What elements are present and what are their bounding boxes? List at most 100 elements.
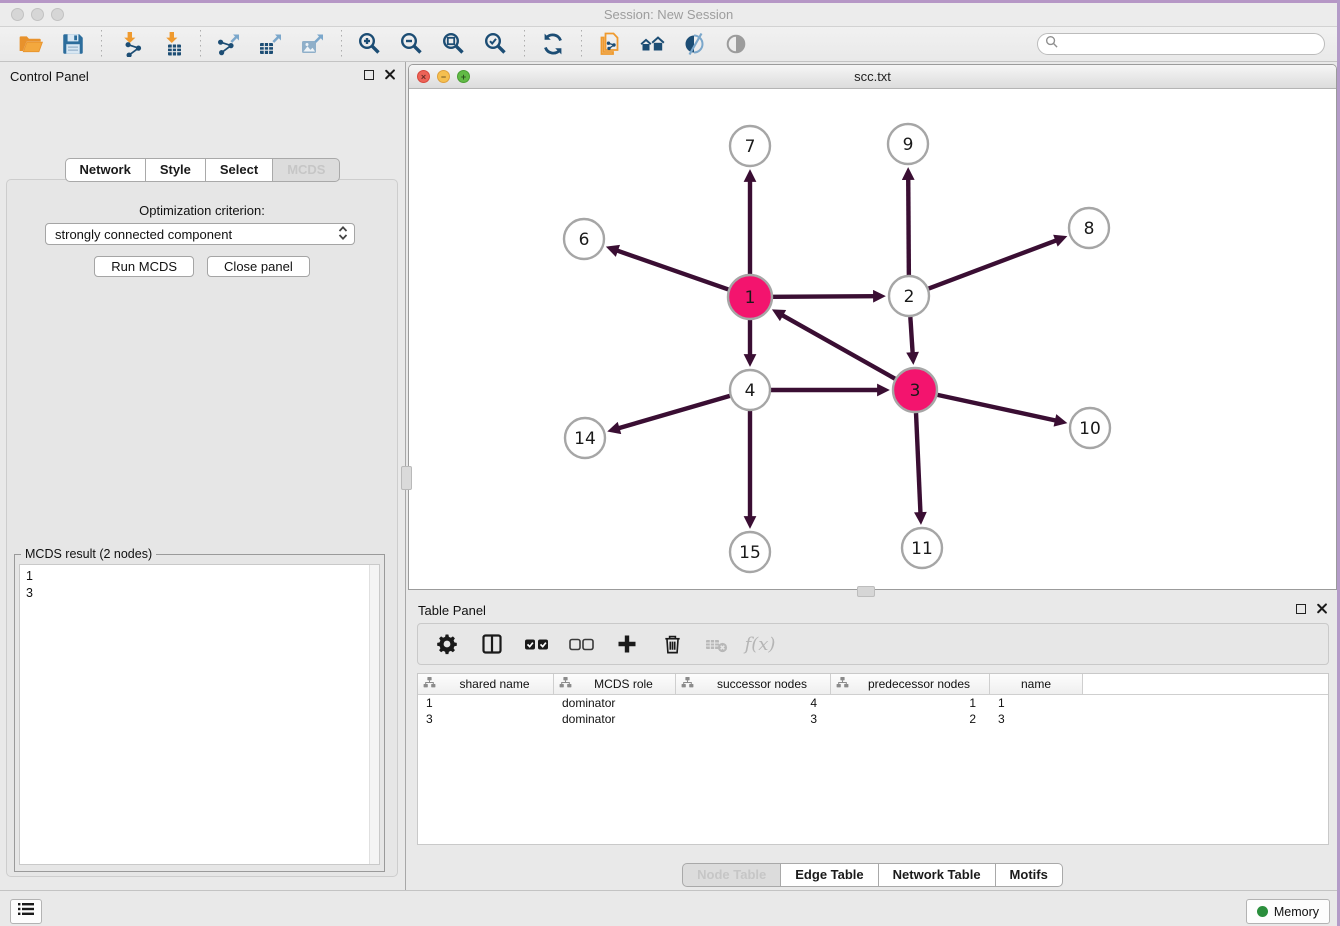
graph-edge-2-3[interactable] [910,317,912,354]
graph-edge-3-10[interactable] [937,395,1056,421]
add-column-icon[interactable] [613,629,641,659]
zoom-in-icon[interactable] [355,30,385,58]
column-source-icon [681,676,694,692]
select-stepper-icon [337,225,349,244]
zoom-fit-icon[interactable] [439,30,469,58]
table-cell[interactable]: 3 [676,712,831,726]
memory-label: Memory [1274,905,1319,919]
delete-column-icon[interactable] [658,629,686,659]
table-header-row: shared nameMCDS rolesuccessor nodesprede… [418,674,1328,695]
table-settings-icon[interactable] [433,629,461,659]
vertical-splitter-handle[interactable] [401,466,412,490]
column-header-shared-name[interactable]: shared name [418,674,554,694]
search-input[interactable] [1062,35,1324,53]
graph-node-label-10: 10 [1079,419,1101,439]
control-panel-tabs: NetworkStyleSelectMCDS [0,158,405,182]
close-table-panel-icon[interactable] [1316,603,1327,614]
table-cell[interactable]: 1 [831,696,990,710]
column-header-predecessor-nodes[interactable]: predecessor nodes [831,674,990,694]
network-canvas[interactable]: 7968124314101511 [409,89,1336,590]
column-header-MCDS-role[interactable]: MCDS role [554,674,676,694]
zoom-out-icon[interactable] [397,30,427,58]
table-cell[interactable]: 3 [418,712,554,726]
graphics-details-icon[interactable] [679,30,709,58]
toolbar-divider [200,30,201,58]
open-session-icon[interactable] [16,30,46,58]
export-image-icon[interactable] [298,30,328,58]
clone-network-icon[interactable] [595,30,625,58]
toolbar-divider [341,30,342,58]
function-builder-icon: f(x) [748,629,776,659]
tab-network[interactable]: Network [65,158,146,182]
graph-edge-1-6[interactable] [616,250,728,289]
table-cell[interactable]: 1 [418,696,554,710]
graph-node-label-15: 15 [739,543,761,563]
mcds-result-text: 1 3 [20,565,379,605]
table-row[interactable]: 3dominator323 [418,711,1328,727]
graph-node-label-4: 4 [745,381,756,401]
tab-style[interactable]: Style [146,158,206,182]
graph-edge-1-2[interactable] [773,296,875,297]
memory-button[interactable]: Memory [1246,899,1330,924]
optimization-criterion-select[interactable]: strongly connected component [45,223,355,245]
memory-status-icon [1257,906,1268,917]
control-panel-title: Control Panel [10,69,89,84]
import-network-icon[interactable] [115,30,145,58]
control-panel: Control Panel NetworkStyleSelectMCDS Opt… [0,62,406,890]
table-cell[interactable]: 2 [831,712,990,726]
list-icon [18,902,34,921]
export-network-icon[interactable] [214,30,244,58]
column-header-successor-nodes[interactable]: successor nodes [676,674,831,694]
graph-edge-3-1[interactable] [781,315,895,379]
export-table-icon[interactable] [256,30,286,58]
column-source-icon [836,676,849,692]
float-panel-icon[interactable] [364,70,374,80]
save-session-icon[interactable] [58,30,88,58]
graph-edge-2-9[interactable] [908,178,909,275]
close-panel-icon[interactable] [384,69,395,80]
control-panel-body: Optimization criterion: strongly connect… [6,179,398,877]
mcds-result-group: MCDS result (2 nodes) 1 3 [14,554,385,872]
table-cell[interactable]: dominator [554,696,676,710]
main-toolbar [0,27,1337,62]
tab-edge-table[interactable]: Edge Table [781,863,878,887]
first-neighbors-icon[interactable] [637,30,667,58]
graph-edge-3-11[interactable] [916,413,920,514]
tab-network-table[interactable]: Network Table [879,863,996,887]
tab-node-table[interactable]: Node Table [682,863,781,887]
select-all-columns-icon[interactable] [523,629,551,659]
column-header-name[interactable]: name [990,674,1083,694]
show-columns-icon[interactable] [478,629,506,659]
graph-edge-2-8[interactable] [929,240,1058,289]
close-panel-button[interactable]: Close panel [207,256,310,277]
table-cell[interactable]: dominator [554,712,676,726]
network-window-titlebar[interactable]: × − + scc.txt [409,65,1336,89]
table-panel-title: Table Panel [418,603,486,618]
table-panel-header: Table Panel [408,596,1337,624]
tab-mcds[interactable]: MCDS [273,158,340,182]
graph-edge-4-14[interactable] [618,396,730,429]
float-table-panel-icon[interactable] [1296,604,1306,614]
table-panel: Table Panel f(x) shared nameMCDS rolesuc… [408,596,1337,888]
task-history-button[interactable] [10,899,42,924]
table-cell[interactable]: 3 [990,712,1083,726]
table-cell[interactable]: 4 [676,696,831,710]
unselect-all-columns-icon[interactable] [568,629,596,659]
zoom-selected-icon[interactable] [481,30,511,58]
select-value: strongly connected component [55,227,232,242]
horizontal-splitter-handle[interactable] [857,586,875,597]
mcds-result-area[interactable]: 1 3 [19,564,380,865]
result-scrollbar[interactable] [369,565,379,864]
table-cell[interactable]: 1 [990,696,1083,710]
control-panel-header: Control Panel [0,62,405,90]
apply-layout-icon[interactable] [538,30,568,58]
tab-select[interactable]: Select [206,158,273,182]
import-table-icon[interactable] [157,30,187,58]
graph-node-label-2: 2 [904,287,915,307]
table-toolbar: f(x) [417,623,1329,665]
mcds-result-title: MCDS result (2 nodes) [21,547,156,561]
search-box[interactable] [1037,33,1325,55]
table-row[interactable]: 1dominator411 [418,695,1328,711]
tab-motifs[interactable]: Motifs [996,863,1063,887]
run-mcds-button[interactable]: Run MCDS [94,256,194,277]
